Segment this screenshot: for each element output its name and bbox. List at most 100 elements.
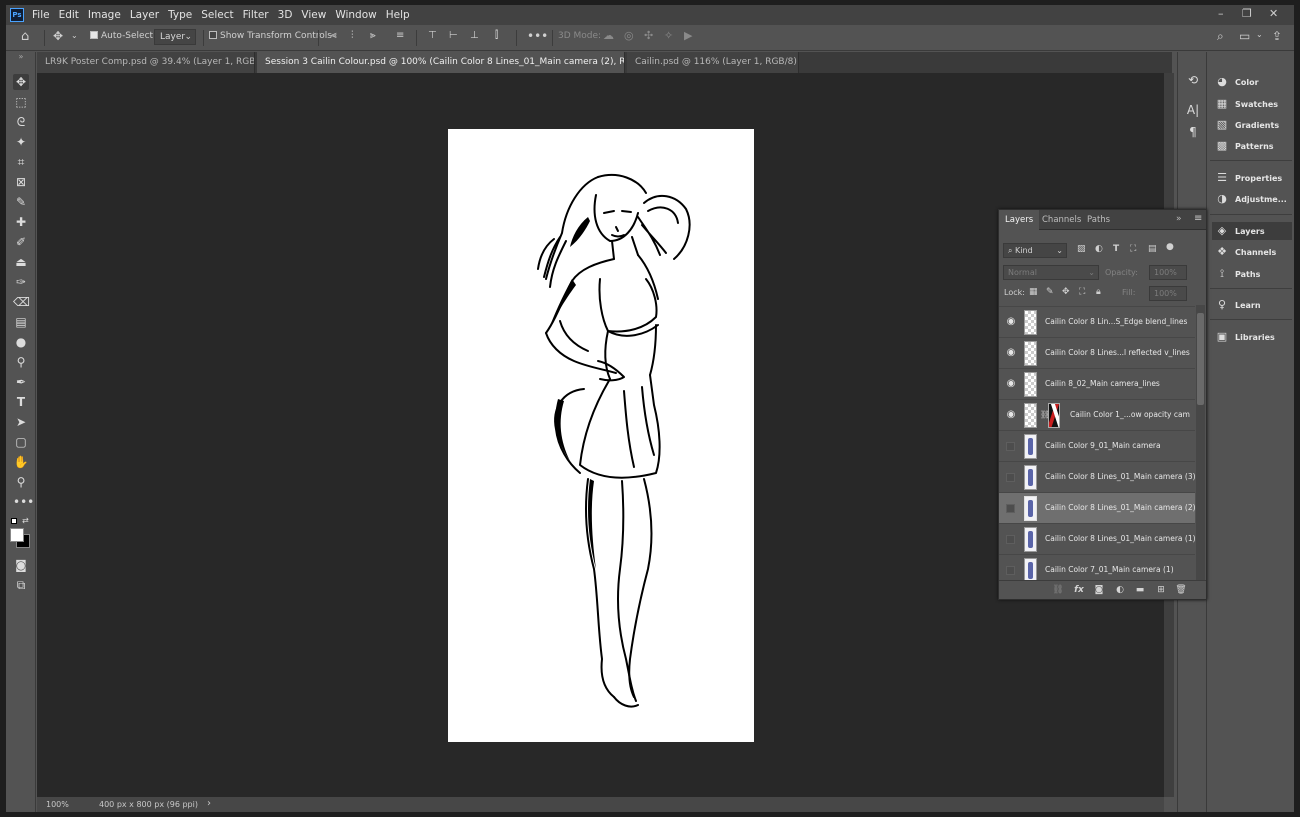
hand-tool-icon[interactable]: ✋ xyxy=(13,454,29,470)
paragraph-icon[interactable]: ¶ xyxy=(1184,124,1202,140)
lasso-tool-icon[interactable]: ᘓ xyxy=(13,114,29,130)
tab-session-3-cailin[interactable]: Session 3 Cailin Colour.psd @ 100% (Cail… xyxy=(257,52,625,73)
type-tool-icon[interactable]: T xyxy=(13,394,29,410)
menu-select[interactable]: Select xyxy=(201,9,233,21)
lock-all-icon[interactable]: 🔒︎ xyxy=(1096,287,1101,297)
new-layer-icon[interactable]: ⊞ xyxy=(1154,584,1168,596)
status-menu-arrow[interactable]: › xyxy=(207,798,211,809)
menu-file[interactable]: File xyxy=(32,9,50,21)
clone-stamp-tool-icon[interactable]: ⏏ xyxy=(13,254,29,270)
show-transform-checkbox[interactable]: Show Transform Controls xyxy=(209,31,332,41)
eye-icon[interactable]: ◉ xyxy=(1005,409,1017,421)
align-bottom-icon[interactable]: ⊥ xyxy=(470,30,479,41)
layer-row[interactable]: Cailin Color 7_01_Main camera (1) xyxy=(999,554,1195,580)
zoom-level[interactable]: 100% xyxy=(46,800,69,809)
menu-filter[interactable]: Filter xyxy=(243,9,269,21)
panel-properties[interactable]: ☰ Properties xyxy=(1212,169,1292,187)
adjustment-layer-icon[interactable]: ◐ xyxy=(1113,584,1127,596)
history-icon[interactable]: ⟲ xyxy=(1184,72,1202,88)
menu-3d[interactable]: 3D xyxy=(278,9,293,21)
path-selection-tool-icon[interactable]: ➤ xyxy=(13,414,29,430)
distribute-icon[interactable]: ≡ xyxy=(396,30,404,41)
eraser-tool-icon[interactable]: ⌫ xyxy=(13,294,30,310)
menu-window[interactable]: Window xyxy=(335,9,376,21)
align-left-icon[interactable]: ⫷ xyxy=(331,30,337,41)
panel-gradients[interactable]: ▧ Gradients xyxy=(1212,116,1292,134)
eyedropper-tool-icon[interactable]: ✎ xyxy=(13,194,29,210)
3d-roll-icon[interactable]: ◎ xyxy=(624,29,634,42)
layer-filter-dropdown[interactable]: ⌕ Kind ⌄ xyxy=(1003,243,1067,258)
pen-tool-icon[interactable]: ✒ xyxy=(13,374,29,390)
foreground-color-swatch[interactable] xyxy=(10,528,24,542)
close-window-button[interactable]: ✕ xyxy=(1269,7,1278,20)
visibility-toggle[interactable] xyxy=(1006,535,1015,544)
tab-layers[interactable]: Layers xyxy=(999,210,1040,230)
filter-shape-icon[interactable]: ⛶ xyxy=(1130,244,1136,254)
panel-learn[interactable]: ♀ Learn xyxy=(1212,296,1292,314)
tab-lr9k-poster[interactable]: LR9K Poster Comp.psd @ 39.4% (Layer 1, R… xyxy=(37,52,255,73)
align-right-icon[interactable]: ⫸ xyxy=(370,30,376,41)
move-tool-preset-icon[interactable]: ✥ xyxy=(53,29,63,43)
home-icon[interactable]: ⌂ xyxy=(21,29,29,44)
panel-color[interactable]: ◕ Color xyxy=(1212,73,1292,91)
tab-channels[interactable]: Channels xyxy=(1036,210,1087,230)
screen-mode-icon[interactable]: ⧉ xyxy=(13,577,29,593)
zoom-tool-icon[interactable]: ⚲ xyxy=(13,474,29,490)
menu-help[interactable]: Help xyxy=(386,9,410,21)
share-icon[interactable]: ⇪ xyxy=(1272,29,1282,43)
healing-brush-tool-icon[interactable]: ✚ xyxy=(13,214,29,230)
menu-view[interactable]: View xyxy=(301,9,326,21)
panel-adjustments[interactable]: ◑ Adjustme... xyxy=(1212,190,1292,208)
lock-image-icon[interactable]: ✎ xyxy=(1046,287,1054,297)
new-group-icon[interactable]: ▬ xyxy=(1133,584,1147,596)
panel-libraries[interactable]: ▣ Libraries xyxy=(1212,328,1292,346)
collapse-toolbar-icon[interactable]: » xyxy=(13,52,29,62)
trash-icon[interactable]: 🗑︎ xyxy=(1174,584,1188,596)
filter-toggle-icon[interactable]: ● xyxy=(1166,242,1174,252)
panel-patterns[interactable]: ▩ Patterns xyxy=(1212,137,1292,155)
layer-row[interactable]: ◉ ⛓ Cailin Color 1_...ow opacity cam xyxy=(999,399,1195,430)
swap-colors-icon[interactable]: ⇄ xyxy=(22,516,29,525)
visibility-toggle[interactable] xyxy=(1006,473,1015,482)
menu-edit[interactable]: Edit xyxy=(59,9,79,21)
default-colors-icon[interactable] xyxy=(11,518,17,524)
panel-swatches[interactable]: ▦ Swatches xyxy=(1212,95,1292,113)
filter-pixel-icon[interactable]: ▨ xyxy=(1077,244,1086,254)
panel-channels[interactable]: ❖ Channels xyxy=(1212,243,1292,261)
collapse-panel-icon[interactable]: » xyxy=(1176,214,1182,224)
layer-row[interactable]: Cailin Color 9_01_Main camera xyxy=(999,430,1195,461)
3d-orbit-icon[interactable]: ☁ xyxy=(603,29,614,42)
blur-tool-icon[interactable]: ● xyxy=(13,334,29,350)
visibility-toggle[interactable] xyxy=(1006,442,1015,451)
panel-menu-icon[interactable]: ≡ xyxy=(1194,213,1202,224)
align-top-icon[interactable]: ⊤ xyxy=(428,30,437,41)
link-layers-icon[interactable]: ⛓ xyxy=(1051,584,1065,596)
fx-icon[interactable]: fx xyxy=(1072,584,1086,596)
filter-adjustment-icon[interactable]: ◐ xyxy=(1095,244,1103,254)
layers-scrollbar[interactable] xyxy=(1196,305,1205,580)
layer-row[interactable]: ◉ Cailin Color 8 Lines...l reflected v_l… xyxy=(999,337,1195,368)
3d-slide-icon[interactable]: ✧ xyxy=(664,29,673,42)
panel-layers[interactable]: ◈ Layers xyxy=(1212,222,1292,240)
fill-field[interactable]: 100% xyxy=(1149,286,1187,301)
filter-type-icon[interactable]: T xyxy=(1113,244,1119,254)
menu-image[interactable]: Image xyxy=(88,9,121,21)
chevron-down-icon[interactable]: ⌄ xyxy=(71,31,78,40)
align-middle-icon[interactable]: ⊢ xyxy=(449,30,458,41)
lock-artboard-icon[interactable]: ⛶ xyxy=(1079,287,1085,297)
auto-select-dropdown[interactable]: Layer ⌄ xyxy=(154,29,196,45)
align-center-icon[interactable]: ⫶ xyxy=(351,30,354,41)
edit-toolbar-icon[interactable]: ••• xyxy=(13,494,34,510)
3d-pan-icon[interactable]: ✣ xyxy=(644,29,653,42)
dodge-tool-icon[interactable]: ⚲ xyxy=(13,354,29,370)
layer-row-selected[interactable]: Cailin Color 8 Lines_01_Main camera (2) xyxy=(999,492,1196,523)
eye-icon[interactable]: ◉ xyxy=(1005,347,1017,359)
layer-mask-thumbnail[interactable] xyxy=(1048,403,1060,428)
chevron-down-icon[interactable]: ⌄ xyxy=(1256,30,1263,39)
canvas-area[interactable] xyxy=(37,73,1164,797)
brush-tool-icon[interactable]: ✐ xyxy=(13,234,29,250)
history-brush-tool-icon[interactable]: ✑ xyxy=(13,274,29,290)
document-canvas[interactable] xyxy=(448,129,754,742)
blend-mode-dropdown[interactable]: Normal ⌄ xyxy=(1003,265,1099,280)
shape-tool-icon[interactable]: ▢ xyxy=(13,434,29,450)
